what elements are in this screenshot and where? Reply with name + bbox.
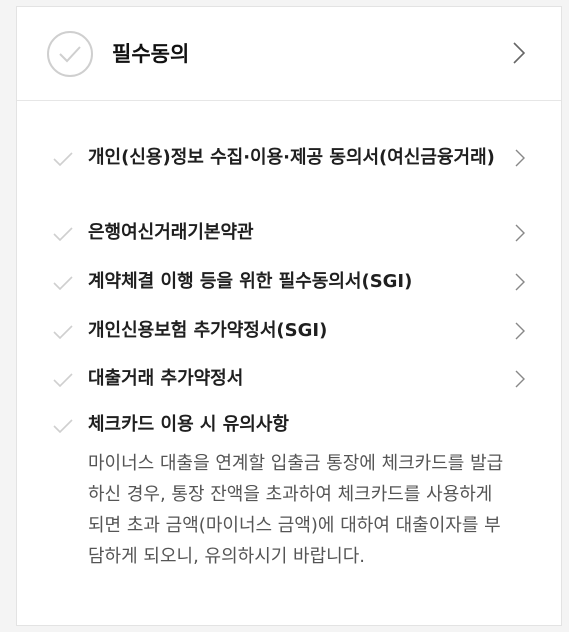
check-icon	[53, 373, 73, 387]
chevron-right-icon[interactable]	[515, 322, 525, 340]
agreement-item-credit-insurance[interactable]: 개인신용보험 추가약정서(SGI)	[17, 316, 561, 348]
chevron-right-icon[interactable]	[515, 224, 525, 242]
chevron-right-icon[interactable]	[515, 370, 525, 388]
agreement-card: 필수동의 개인(신용)정보 수집·이용·제공 동의서(여신금융거래) 은행여신거…	[16, 6, 562, 626]
agreement-item-label: 은행여신거래기본약관	[88, 222, 254, 243]
check-icon	[53, 152, 73, 166]
agreement-item-checkcard-notice: 체크카드 이용 시 유의사항	[17, 410, 561, 442]
agreement-item-label: 대출거래 추가약정서	[88, 368, 244, 389]
agreement-item-label: 체크카드 이용 시 유의사항	[88, 414, 289, 435]
agreement-item-label: 계약체결 이행 등을 위한 필수동의서(SGI)	[88, 271, 413, 292]
chevron-right-icon[interactable]	[515, 273, 525, 291]
checkcard-notice-text: 마이너스 대출을 연계할 입출금 통장에 체크카드를 발급하신 경우, 통장 잔…	[88, 453, 504, 567]
header-title: 필수동의	[112, 42, 190, 66]
agreement-item-sgi-required[interactable]: 계약체결 이행 등을 위한 필수동의서(SGI)	[17, 267, 561, 299]
agreement-item-label: 개인(신용)정보 수집·이용·제공 동의서(여신금융거래)	[88, 147, 495, 168]
chevron-right-icon[interactable]	[515, 149, 525, 167]
agreement-item-credit-info[interactable]: 개인(신용)정보 수집·이용·제공 동의서(여신금융거래)	[17, 143, 561, 205]
agreement-item-basic-terms[interactable]: 은행여신거래기본약관	[17, 218, 561, 250]
check-icon	[53, 419, 73, 433]
required-agreement-header[interactable]: 필수동의	[17, 7, 561, 101]
agreement-item-loan-additional[interactable]: 대출거래 추가약정서	[17, 364, 561, 396]
chevron-right-icon[interactable]	[513, 42, 525, 64]
agreement-item-label: 개인신용보험 추가약정서(SGI)	[88, 320, 328, 341]
check-icon	[53, 227, 73, 241]
check-circle-icon[interactable]	[47, 31, 93, 77]
check-icon	[53, 325, 73, 339]
check-icon	[53, 276, 73, 290]
